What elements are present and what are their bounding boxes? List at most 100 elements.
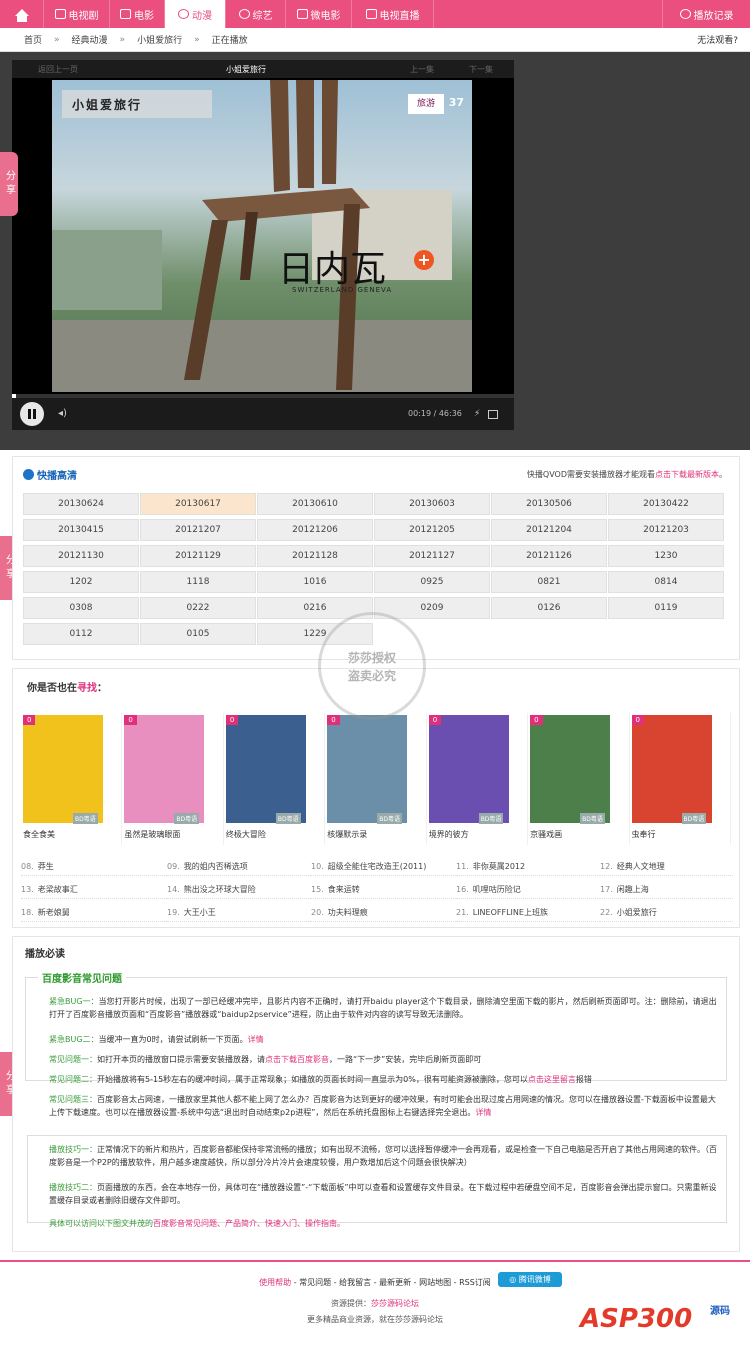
footer-link[interactable]: RSS订阅 — [459, 1278, 491, 1287]
episode-button[interactable]: 20130624 — [23, 493, 139, 515]
list-item[interactable]: 10. 超级全能住宅改造王(2011) — [311, 857, 456, 876]
poster-card[interactable]: 0 BD粤语 京骚戏画 — [528, 713, 630, 845]
nav-home[interactable] — [0, 0, 44, 28]
fullscreen-icon[interactable] — [488, 410, 498, 419]
episode-button[interactable]: 20130415 — [23, 519, 139, 541]
poster-image[interactable] — [530, 715, 611, 823]
episode-button[interactable]: 20130506 — [491, 493, 607, 515]
episode-button[interactable]: 0112 — [23, 623, 139, 645]
leave-message-link[interactable]: 点击这里留言 — [528, 1075, 576, 1084]
episode-button[interactable]: 20130617 — [140, 493, 256, 515]
item-title[interactable]: 老梁故事汇 — [38, 885, 78, 894]
poster-image[interactable] — [124, 715, 205, 823]
episode-button[interactable]: 20121205 — [374, 519, 490, 541]
list-item[interactable]: 17. 闲趣上海 — [600, 880, 733, 899]
crumb-home[interactable]: 首页 — [24, 33, 42, 46]
footer-link[interactable]: 常见问题 — [299, 1278, 331, 1287]
detail-link[interactable]: 详情 — [248, 1035, 264, 1044]
poster-image[interactable] — [225, 715, 306, 823]
item-title[interactable]: 我的姐内否稀选项 — [184, 862, 248, 871]
list-item[interactable]: 09. 我的姐内否稀选项 — [167, 857, 311, 876]
poster-title[interactable]: 食全食美 — [23, 829, 55, 840]
episode-button[interactable]: 20121206 — [257, 519, 373, 541]
nav-micro-movie[interactable]: 微电影 — [286, 0, 352, 28]
video-player[interactable]: 返回上一页 小姐爱旅行 上一集 下一集 小姐爱旅行 旅游 37 日内瓦 + SW… — [12, 60, 514, 430]
next-episode[interactable]: 下一集 — [469, 64, 493, 75]
list-item[interactable]: 18. 新老娘舅 — [21, 903, 167, 922]
poster-image[interactable] — [631, 715, 712, 823]
footer-link[interactable]: 最新更新 — [379, 1278, 411, 1287]
episode-button[interactable]: 20121128 — [257, 545, 373, 567]
list-item[interactable]: 11. 非你莫属2012 — [456, 857, 600, 876]
episode-button[interactable]: 0119 — [608, 597, 724, 619]
list-item[interactable]: 08. 莽生 — [21, 857, 167, 876]
list-item[interactable]: 13. 老梁故事汇 — [21, 880, 167, 899]
nav-anime[interactable]: 动漫 — [165, 0, 226, 28]
poster-image[interactable] — [428, 715, 509, 823]
share-tab[interactable]: 分享 — [0, 152, 18, 216]
guide-links[interactable]: 百度影音常见问题、产品简介、快速入门、操作指南。 — [153, 1219, 345, 1228]
episode-button[interactable]: 20121203 — [608, 519, 724, 541]
episode-button[interactable]: 0105 — [140, 623, 256, 645]
episode-button[interactable]: 1202 — [23, 571, 139, 593]
item-title[interactable]: 叽哩咕历险记 — [473, 885, 521, 894]
nav-variety[interactable]: 综艺 — [226, 0, 286, 28]
prev-episode[interactable]: 上一集 — [410, 64, 434, 75]
poster-card[interactable]: 0 BD粤语 核爆默示录 — [325, 713, 427, 845]
episode-button[interactable]: 20121207 — [140, 519, 256, 541]
download-baidu-link[interactable]: 点击下载百度影音 — [265, 1055, 329, 1064]
list-item[interactable]: 22. 小姐爱旅行 — [600, 903, 733, 922]
detail-link[interactable]: 详情 — [475, 1108, 491, 1117]
item-title[interactable]: 经典人文地理 — [617, 862, 665, 871]
episode-button[interactable]: 20121126 — [491, 545, 607, 567]
source-link[interactable]: 莎莎源码论坛 — [371, 1299, 419, 1308]
item-title[interactable]: 小姐爱旅行 — [617, 908, 657, 917]
poster-card[interactable]: 0 BD粤语 境界的彼方 — [427, 713, 529, 845]
poster-title[interactable]: 核爆默示录 — [327, 829, 367, 840]
episode-button[interactable]: 20121129 — [140, 545, 256, 567]
nav-history[interactable]: 播放记录 — [662, 0, 750, 28]
item-title[interactable]: 熊出没之环球大冒险 — [184, 885, 256, 894]
item-title[interactable]: 闲趣上海 — [617, 885, 649, 894]
episode-button[interactable]: 20130610 — [257, 493, 373, 515]
list-item[interactable]: 15. 食来运转 — [311, 880, 456, 899]
download-link[interactable]: 点击下载最新版本 — [655, 470, 719, 479]
item-title[interactable]: 非你莫属2012 — [473, 862, 525, 871]
episode-button[interactable]: 0814 — [608, 571, 724, 593]
cannot-watch-link[interactable]: 无法观看? — [697, 33, 738, 46]
item-title[interactable]: 莽生 — [38, 862, 54, 871]
list-item[interactable]: 16. 叽哩咕历险记 — [456, 880, 600, 899]
episode-button[interactable]: 20130603 — [374, 493, 490, 515]
episode-button[interactable]: 0925 — [374, 571, 490, 593]
poster-title[interactable]: 境界的彼方 — [429, 829, 469, 840]
nav-movie[interactable]: 电影 — [110, 0, 165, 28]
episode-button[interactable]: 1230 — [608, 545, 724, 567]
footer-link[interactable]: 给我留言 — [339, 1278, 371, 1287]
list-item[interactable]: 14. 熊出没之环球大冒险 — [167, 880, 311, 899]
volume-icon[interactable]: ◂) — [58, 408, 68, 419]
poster-card[interactable]: 0 BD粤语 食全食美 — [21, 713, 123, 845]
episode-button[interactable]: 20121127 — [374, 545, 490, 567]
episode-button[interactable]: 20130422 — [608, 493, 724, 515]
pause-button[interactable] — [20, 402, 44, 426]
crumb-show[interactable]: 小姐爱旅行 — [137, 33, 182, 46]
item-title[interactable]: LINEOFFLINE上班族 — [473, 908, 548, 917]
episode-button[interactable]: 0821 — [491, 571, 607, 593]
poster-card[interactable]: 0 BD粤语 虫奉行 — [630, 713, 731, 845]
poster-card[interactable]: 0 BD粤语 终极大冒险 — [224, 713, 326, 845]
item-title[interactable]: 超级全能住宅改造王(2011) — [328, 862, 427, 871]
nav-tv-live[interactable]: 电视直播 — [352, 0, 434, 28]
episode-button[interactable]: 1016 — [257, 571, 373, 593]
episode-button[interactable]: 0222 — [140, 597, 256, 619]
item-title[interactable]: 食来运转 — [328, 885, 360, 894]
poster-title[interactable]: 终极大冒险 — [226, 829, 266, 840]
item-title[interactable]: 大王小王 — [184, 908, 216, 917]
video-frame[interactable]: 小姐爱旅行 旅游 37 日内瓦 + SWITZERLAND GENEVA — [52, 80, 472, 392]
nav-tv[interactable]: 电视剧 — [44, 0, 110, 28]
poster-title[interactable]: 京骚戏画 — [530, 829, 562, 840]
list-item[interactable]: 19. 大王小王 — [167, 903, 311, 922]
poster-image[interactable] — [23, 715, 103, 823]
item-title[interactable]: 新老娘舅 — [38, 908, 70, 917]
episode-button[interactable]: 20121130 — [23, 545, 139, 567]
crumb-category[interactable]: 经典动漫 — [72, 33, 108, 46]
